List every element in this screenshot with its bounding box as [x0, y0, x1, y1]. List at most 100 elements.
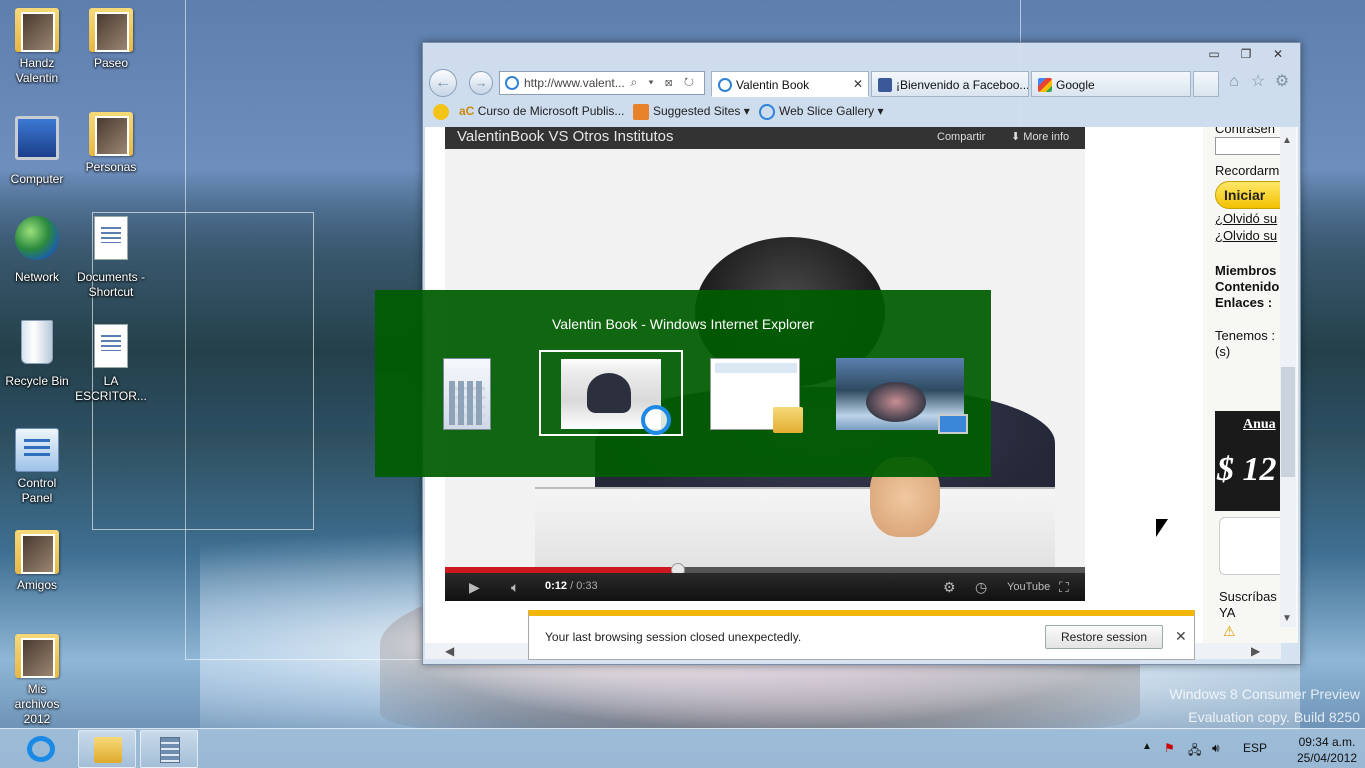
watch-later-clock-icon[interactable]: ◷ — [975, 579, 987, 596]
desktop-icon-amigos[interactable]: Amigos — [0, 530, 74, 593]
file-explorer-icon — [94, 737, 122, 763]
more-info-label: More info — [1023, 131, 1070, 143]
taskbar: ▲ ⚑ 🖧︎ 🔊︎ ESP 09:34 a.m. 25/04/2012 — [0, 728, 1365, 768]
scroll-up-icon[interactable]: ▲ — [1282, 135, 1292, 146]
favorite-curso-publisher[interactable]: aC Curso de Microsoft Publis... — [459, 104, 624, 118]
youtube-logo[interactable]: YouTube — [1007, 581, 1050, 593]
advertisement-box[interactable]: Anua $ 12 — [1215, 411, 1285, 511]
switcher-title: Valentin Book - Windows Internet Explore… — [552, 316, 814, 332]
switcher-thumb-calculator[interactable] — [443, 358, 491, 430]
internet-explorer-icon — [27, 736, 55, 762]
taskbar-file-explorer[interactable] — [78, 730, 136, 768]
home-icon[interactable]: ⌂ — [1225, 73, 1243, 91]
favorite-suggested-sites[interactable]: Suggested Sites ▾ — [633, 104, 750, 120]
recycle-bin-icon — [21, 320, 53, 364]
vertical-scrollbar[interactable]: ▲ ▼ — [1280, 127, 1296, 627]
action-center-flag-icon[interactable]: ⚑ — [1164, 741, 1175, 755]
favorites-star-icon[interactable]: ☆ — [1249, 73, 1267, 91]
switcher-thumb-explorer[interactable] — [710, 358, 803, 433]
desktop-icon-label: Handz Valentin — [15, 56, 59, 85]
tab-label: Google — [1056, 78, 1095, 92]
more-info-button[interactable]: ⬇ More info — [1011, 130, 1069, 143]
desktop-icon-network[interactable]: Network — [0, 216, 74, 285]
scroll-left-icon[interactable]: ◀ — [445, 644, 454, 658]
favorite-web-slice-gallery[interactable]: Web Slice Gallery ▾ — [759, 104, 884, 120]
video-title[interactable]: ValentinBook VS Otros Institutos — [457, 128, 674, 145]
desktop-icon-control-panel[interactable]: Control Panel — [0, 428, 74, 506]
address-bar[interactable]: http://www.valent... ⌕ ▾ ⊠ ↻ — [499, 71, 705, 95]
scroll-right-icon[interactable]: ▶ — [1251, 644, 1260, 658]
desktop-icon-mis-archivos-2012[interactable]: Mis archivos 2012 — [0, 634, 74, 727]
warning-icon[interactable]: ⚠ — [1223, 623, 1239, 639]
desktop-icon-handz-valentin[interactable]: Handz Valentin — [0, 8, 74, 86]
settings-gear-icon[interactable]: ⚙ — [943, 579, 956, 596]
ad-product-image[interactable] — [1219, 517, 1285, 575]
favorites-bar: aC Curso de Microsoft Publis... Suggeste… — [429, 101, 1294, 125]
play-icon[interactable]: ▶ — [469, 579, 480, 596]
document-shortcut-icon — [94, 216, 128, 260]
desktop-icon-computer[interactable]: Computer — [0, 116, 74, 187]
volume-icon[interactable]: 🔊︎ — [1212, 741, 1220, 756]
watermark-line-2: Evaluation copy. Build 8250 — [1188, 709, 1360, 725]
switcher-thumb-internet-explorer[interactable] — [539, 350, 683, 436]
close-window-button[interactable]: ✕ — [1264, 45, 1292, 63]
password-field[interactable] — [1215, 137, 1285, 155]
desktop-icon-personas[interactable]: Personas — [74, 112, 148, 175]
desktop-icon-label: Amigos — [16, 578, 57, 592]
folder-icon — [89, 8, 133, 52]
scrollbar-thumb[interactable] — [1281, 367, 1295, 477]
network-icon[interactable]: 🖧︎ — [1188, 741, 1201, 762]
share-button[interactable]: Compartir — [937, 131, 985, 143]
scroll-down-icon[interactable]: ▼ — [1282, 613, 1292, 624]
window-caption-buttons: ▭ ❐ ✕ — [1200, 45, 1292, 63]
desktop-icon-label: Computer — [10, 172, 64, 186]
tab-label: Valentin Book — [736, 78, 810, 92]
desktop-icon-label: Documents - Shortcut — [76, 270, 146, 299]
forward-button[interactable]: → — [469, 71, 493, 95]
restore-session-button[interactable]: Restore session — [1045, 625, 1163, 649]
back-button[interactable]: ← — [429, 69, 457, 97]
tab-facebook[interactable]: ¡Bienvenido a Faceboo... — [871, 71, 1029, 97]
minimize-button[interactable]: ▭ — [1200, 45, 1228, 63]
forward-arrow-icon: → — [474, 75, 488, 90]
desktop-icon-label: LA ESCRITOR... — [75, 374, 147, 403]
desktop-icon-label: Personas — [85, 160, 137, 174]
fullscreen-icon[interactable]: ⛶ — [1059, 579, 1069, 596]
restore-button[interactable]: ❐ — [1232, 45, 1260, 63]
show-hidden-icons-icon[interactable]: ▲ — [1142, 741, 1152, 752]
clock[interactable]: 09:34 a.m. 25/04/2012 — [1297, 734, 1357, 766]
volume-icon[interactable]: 🔈︎ — [511, 579, 519, 596]
tab-valentin-book[interactable]: Valentin Book ✕ — [711, 71, 869, 97]
desktop-icon-label: Mis archivos 2012 — [14, 682, 60, 726]
taskbar-calculator[interactable] — [140, 730, 198, 768]
forgot-user-link[interactable]: ¿Olvido su — [1215, 228, 1277, 243]
ie-badge-icon — [641, 405, 671, 435]
language-indicator[interactable]: ESP — [1243, 741, 1267, 755]
forgot-password-link[interactable]: ¿Olvidó su — [1215, 211, 1277, 226]
favorite-label: Web Slice Gallery ▾ — [779, 104, 884, 118]
desktop-icon-recycle-bin[interactable]: Recycle Bin — [0, 320, 74, 389]
ie-page-icon — [505, 76, 519, 90]
close-tab-icon[interactable]: ✕ — [853, 77, 863, 91]
address-tools-icons[interactable]: ⌕ ▾ ⊠ ↻ — [630, 75, 698, 90]
desktop-icon-label: Control Panel — [17, 476, 57, 505]
login-button[interactable]: Iniciar — [1215, 181, 1285, 209]
desktop-icon-la-escritor[interactable]: LA ESCRITOR... — [74, 324, 148, 404]
ac-logo-icon: aC — [459, 104, 475, 118]
settings-gear-icon[interactable]: ⚙ — [1273, 73, 1291, 91]
online-count-label: Tenemos : — [1215, 328, 1275, 343]
clock-time: 09:34 a.m. — [1298, 735, 1356, 749]
session-restore-notification: Your last browsing session closed unexpe… — [528, 610, 1195, 660]
google-icon — [1038, 78, 1052, 92]
favorite-label: Suggested Sites ▾ — [653, 104, 750, 118]
back-arrow-icon: ← — [435, 74, 451, 91]
desktop-icon-paseo[interactable]: Paseo — [74, 8, 148, 71]
switcher-thumb-desktop[interactable] — [836, 358, 968, 434]
desktop-icon-documents-shortcut[interactable]: Documents - Shortcut — [74, 216, 148, 300]
taskbar-internet-explorer[interactable] — [12, 730, 70, 768]
tab-google[interactable]: Google — [1031, 71, 1191, 97]
new-tab-button[interactable] — [1193, 71, 1219, 97]
clock-date: 25/04/2012 — [1296, 751, 1357, 765]
close-notification-icon[interactable]: ✕ — [1175, 628, 1187, 645]
desktop-monitor-icon — [938, 414, 968, 434]
